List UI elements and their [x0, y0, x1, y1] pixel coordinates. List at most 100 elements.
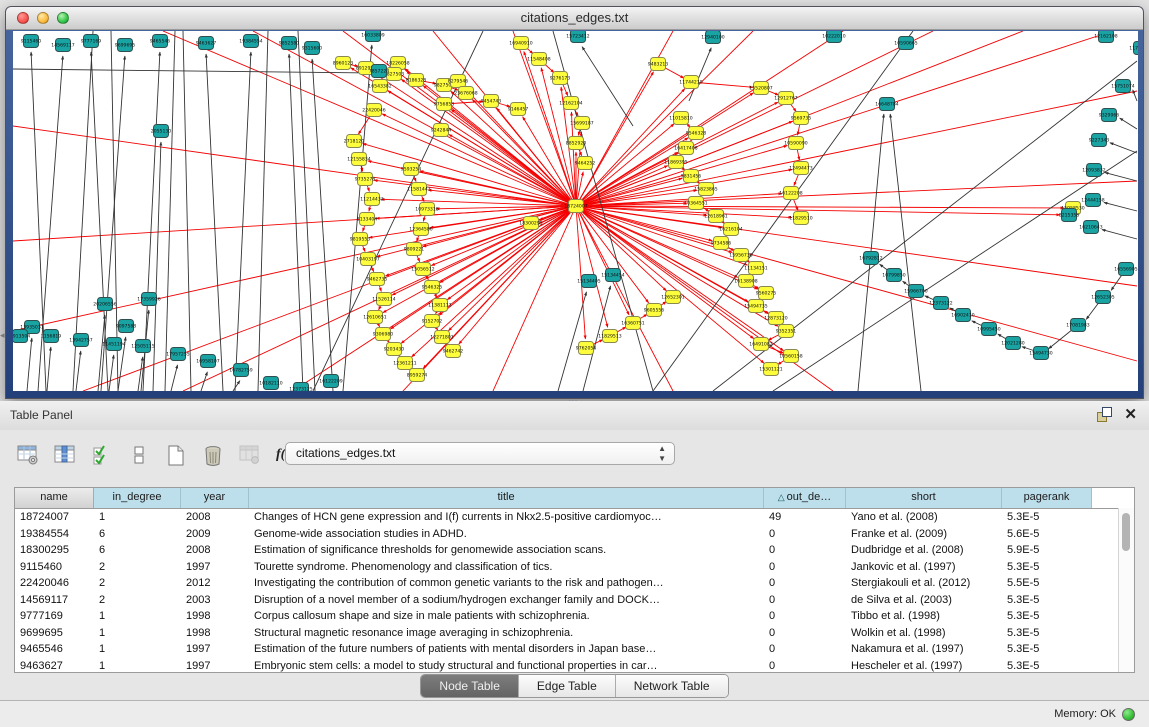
table-cell[interactable]: 0	[764, 526, 846, 543]
network-edge[interactable]	[440, 206, 576, 283]
column-header-year[interactable]: year	[181, 488, 249, 508]
table-cell[interactable]: 1	[94, 509, 181, 526]
network-edge[interactable]	[576, 181, 1137, 206]
table-cell[interactable]: 0	[764, 592, 846, 609]
table-cell[interactable]: 5.3E-5	[1002, 625, 1092, 642]
table-cell[interactable]: 2	[94, 575, 181, 592]
network-view[interactable]: 1872400789601238912955182260589827503165…	[13, 31, 1138, 391]
table-cell[interactable]: Wolkin et al. (1998)	[846, 625, 1002, 642]
column-header-pagerank[interactable]: pagerank	[1002, 488, 1092, 508]
table-row[interactable]: 1872400712008Changes of HCN gene express…	[15, 509, 1134, 526]
table-cell[interactable]: 5.3E-5	[1002, 592, 1092, 609]
delete-table-icon[interactable]	[236, 442, 263, 468]
column-header-out_de[interactable]: △out_de…	[764, 488, 846, 508]
delete-column-icon[interactable]	[199, 442, 226, 468]
network-edge[interactable]	[312, 59, 333, 391]
table-cell[interactable]: 1998	[181, 625, 249, 642]
table-cell[interactable]: Embryonic stem cells: a model to study s…	[249, 658, 764, 674]
panel-collapse-arrow[interactable]: ◂	[0, 330, 5, 341]
table-cell[interactable]: 18724007	[15, 509, 94, 526]
network-edge[interactable]	[576, 206, 1137, 361]
table-cell[interactable]: de Silva et al. (2003)	[846, 592, 1002, 609]
table-cell[interactable]: Nakamura et al. (1997)	[846, 641, 1002, 658]
table-cell[interactable]: 5.3E-5	[1002, 559, 1092, 576]
table-row[interactable]: 969969511998Structural magnetic resonanc…	[15, 625, 1134, 642]
table-cell[interactable]: 0	[764, 608, 846, 625]
table-cell[interactable]: 0	[764, 559, 846, 576]
table-cell[interactable]: Franke et al. (2009)	[846, 526, 1002, 543]
network-edge[interactable]	[235, 52, 251, 391]
table-cell[interactable]: 5.6E-5	[1002, 526, 1092, 543]
table-cell[interactable]: 1998	[181, 608, 249, 625]
table-cell[interactable]: Estimation of significance thresholds fo…	[249, 542, 764, 559]
network-edge[interactable]	[576, 31, 933, 206]
close-panel-icon[interactable]: ✕	[1124, 407, 1137, 422]
table-cell[interactable]: 9777169	[15, 608, 94, 625]
table-cell[interactable]: 5.3E-5	[1002, 509, 1092, 526]
table-cell[interactable]: Jankovic et al. (1997)	[846, 559, 1002, 576]
table-cell[interactable]: 6	[94, 542, 181, 559]
network-edge[interactable]	[1120, 118, 1137, 129]
table-cell[interactable]: 5.9E-5	[1002, 542, 1092, 559]
network-edge[interactable]	[138, 357, 143, 391]
table-cell[interactable]: 1	[94, 608, 181, 625]
table-row[interactable]: 911546021997Tourette syndrome. Phenomeno…	[15, 559, 1134, 576]
column-header-title[interactable]: title	[249, 488, 764, 508]
network-edge[interactable]	[91, 52, 108, 391]
new-column-icon[interactable]	[162, 442, 189, 468]
table-row[interactable]: 977716911998Corpus callosum shape and si…	[15, 608, 1134, 625]
network-edge[interactable]	[773, 151, 1137, 391]
network-edge[interactable]	[431, 206, 576, 266]
table-cell[interactable]: 6	[94, 526, 181, 543]
network-edge[interactable]	[183, 31, 191, 391]
memory-status-icon[interactable]	[1122, 708, 1135, 721]
column-header-name[interactable]: name	[15, 488, 94, 508]
table-cell[interactable]: Yano et al. (2008)	[846, 509, 1002, 526]
table-cell[interactable]: 49	[764, 509, 846, 526]
network-edge[interactable]	[171, 365, 178, 391]
table-cell[interactable]: 2	[94, 559, 181, 576]
table-cell[interactable]: 2012	[181, 575, 249, 592]
network-canvas[interactable]: 1872400789601238912955182260589827503165…	[13, 31, 1138, 391]
table-cell[interactable]: 0	[764, 641, 846, 658]
network-edge[interactable]	[1105, 173, 1137, 181]
table-cell[interactable]: 1	[94, 625, 181, 642]
network-edge[interactable]	[576, 206, 1137, 286]
network-edge[interactable]	[524, 52, 576, 206]
table-cell[interactable]: 2008	[181, 509, 249, 526]
network-edge[interactable]	[1104, 202, 1137, 211]
network-edge[interactable]	[576, 206, 585, 339]
table-cell[interactable]: 2	[94, 592, 181, 609]
network-edge[interactable]	[423, 206, 576, 368]
table-cell[interactable]: Tibbo et al. (1998)	[846, 608, 1002, 625]
table-cell[interactable]: 9699695	[15, 625, 94, 642]
row-mode-icon[interactable]	[125, 442, 152, 468]
column-show-icon[interactable]	[51, 442, 78, 468]
table-cell[interactable]: Stergiakouli et al. (2012)	[846, 575, 1002, 592]
tab-network-table[interactable]: Network Table	[615, 675, 728, 697]
network-edge[interactable]	[206, 54, 223, 391]
table-cell[interactable]: 5.3E-5	[1002, 641, 1092, 658]
table-cell[interactable]: 18300295	[15, 542, 94, 559]
table-scrollbar[interactable]	[1118, 508, 1134, 672]
network-edge[interactable]	[576, 31, 753, 206]
table-cell[interactable]: 1	[94, 658, 181, 674]
network-edge[interactable]	[576, 91, 1137, 206]
network-edge[interactable]	[153, 142, 161, 391]
table-cell[interactable]: 9463627	[15, 658, 94, 674]
network-edge[interactable]	[713, 61, 1137, 391]
table-cell[interactable]: 1997	[181, 559, 249, 576]
table-cell[interactable]: Hescheler et al. (1997)	[846, 658, 1002, 674]
column-header-in_degree[interactable]: in_degree	[94, 488, 181, 508]
table-cell[interactable]: 5.3E-5	[1002, 658, 1092, 674]
network-edge[interactable]	[1102, 230, 1137, 239]
table-cell[interactable]: 14569117	[15, 592, 94, 609]
table-row[interactable]: 1456911722003Disruption of a novel membe…	[15, 592, 1134, 609]
table-cell[interactable]: 1	[94, 641, 181, 658]
table-cell[interactable]: Investigating the contribution of common…	[249, 575, 764, 592]
table-cell[interactable]: 0	[764, 542, 846, 559]
network-edge[interactable]	[689, 48, 711, 101]
tab-node-table[interactable]: Node Table	[421, 675, 518, 697]
table-cell[interactable]: Estimation of the future numbers of pati…	[249, 641, 764, 658]
network-edge[interactable]	[576, 206, 629, 315]
